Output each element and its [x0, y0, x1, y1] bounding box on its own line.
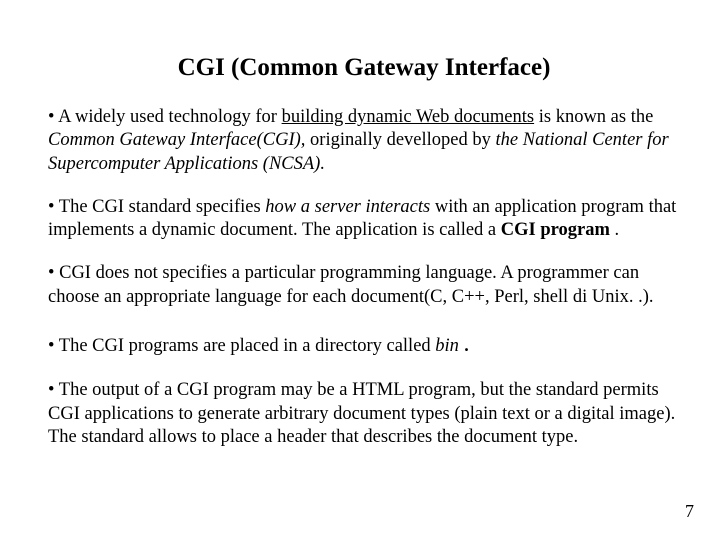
italic-phrase: Common Gateway Interface(CGI),: [48, 130, 305, 150]
text: .: [610, 220, 619, 240]
bullet-4: • The CGI programs are placed in a direc…: [48, 329, 680, 359]
period: .: [464, 331, 470, 357]
text: • The output of a CGI program may be a H…: [48, 380, 675, 423]
bullet-2: • The CGI standard specifies how a serve…: [48, 196, 680, 243]
italic-phrase: bin: [435, 336, 463, 356]
text: • A widely used technology for: [48, 107, 282, 127]
slide-title: CGI (Common Gateway Interface): [48, 54, 680, 82]
slide-body: • A widely used technology for building …: [48, 106, 680, 449]
text: is known as the: [534, 107, 653, 127]
underlined-phrase: building dynamic Web documents: [282, 107, 535, 127]
bullet-1: • A widely used technology for building …: [48, 106, 680, 176]
text: • The CGI standard specifies: [48, 197, 265, 217]
text: originally develloped by: [305, 130, 495, 150]
text: The standard allows to place a header th…: [48, 427, 578, 447]
bullet-3: • CGI does not specifies a particular pr…: [48, 262, 680, 309]
italic-phrase: how a server interacts: [265, 197, 430, 217]
text: • The CGI programs are placed in a direc…: [48, 336, 435, 356]
bold-phrase: CGI program: [501, 220, 610, 240]
bullet-5: • The output of a CGI program may be a H…: [48, 379, 680, 449]
page-number: 7: [685, 501, 694, 522]
slide: CGI (Common Gateway Interface) • A widel…: [0, 0, 720, 540]
